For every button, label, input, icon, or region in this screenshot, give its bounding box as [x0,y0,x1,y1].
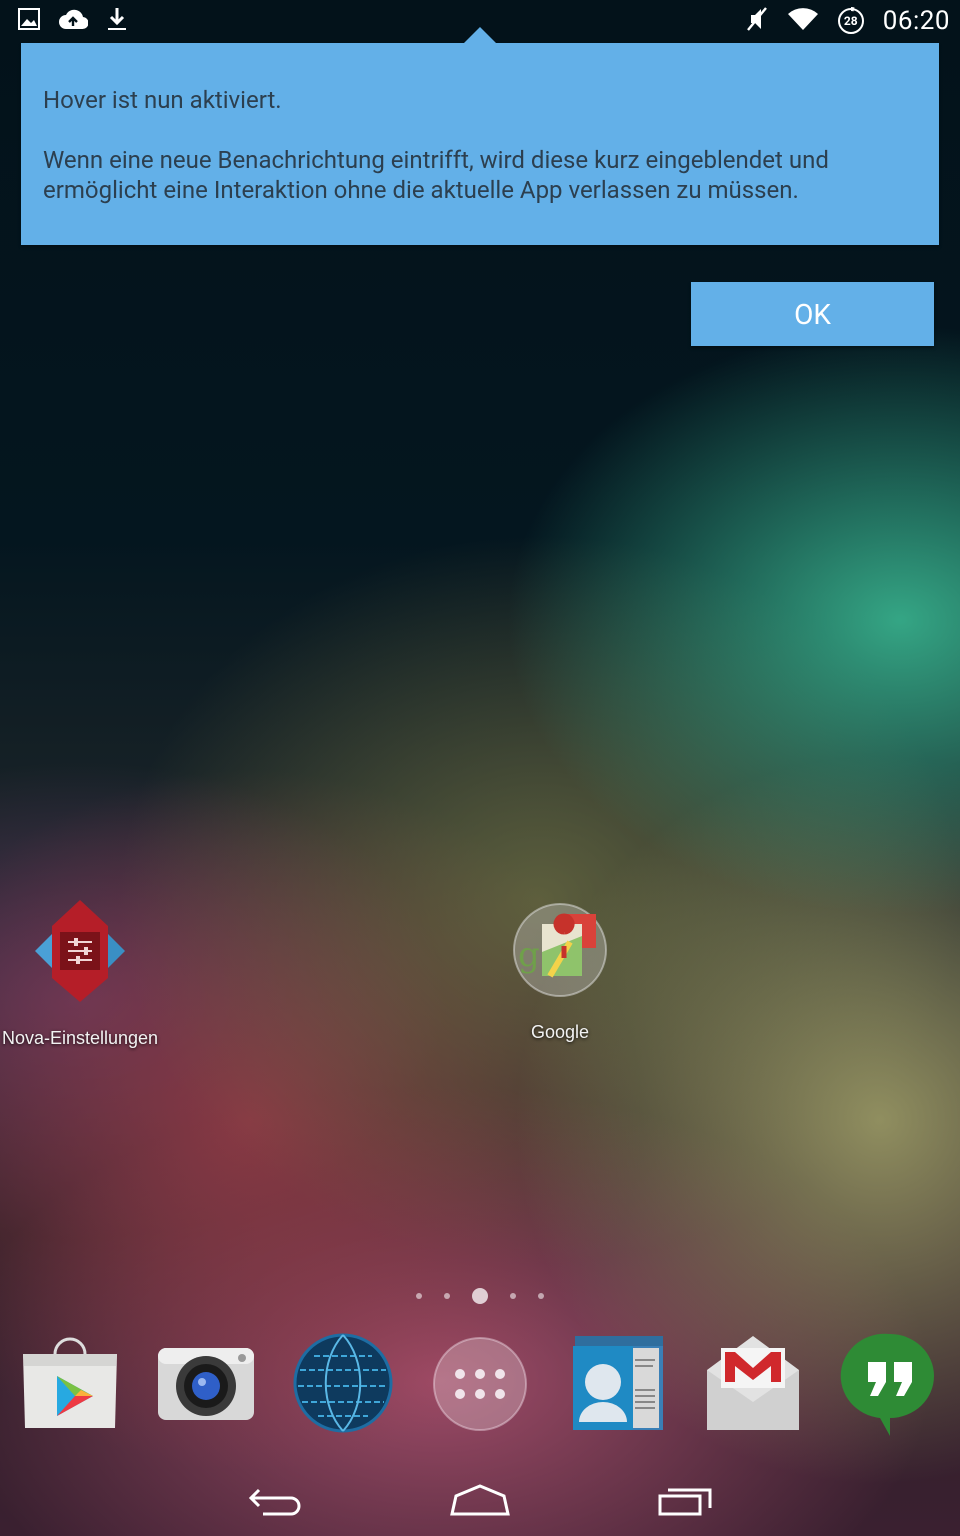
home-icon [450,1484,510,1520]
nova-settings-icon [30,898,130,1008]
clock: 06:20 [882,6,950,36]
notification-icons [18,6,128,36]
dock-hangouts[interactable] [840,1330,950,1440]
svg-text:g: g [518,935,540,975]
dock-app-drawer[interactable] [428,1330,538,1440]
dock [0,1330,960,1440]
browser-globe-icon [290,1333,400,1444]
mute-icon [745,6,769,36]
app-drawer-icon [428,1337,538,1444]
page-dot [444,1293,450,1299]
wifi-icon [787,7,819,35]
app-label: Nova-Einstellungen [1,1028,159,1048]
popover-title: Hover ist nun aktiviert. [43,86,282,114]
navigation-bar [0,1462,960,1536]
play-store-icon [15,1337,125,1444]
dock-play-store[interactable] [15,1330,125,1440]
image-icon [18,8,40,34]
google-folder-icon: g [512,902,608,1002]
recent-apps-icon [658,1484,714,1520]
page-dot [416,1293,422,1299]
dock-browser[interactable] [290,1330,400,1440]
gmail-icon [703,1336,813,1444]
contacts-icon [565,1336,675,1444]
recent-apps-button[interactable] [636,1472,736,1532]
battery-icon: 28 [837,7,865,35]
camera-icon [152,1348,262,1444]
dock-gmail[interactable] [703,1330,813,1440]
download-icon [106,6,128,36]
dock-camera[interactable] [152,1330,262,1440]
app-google-folder[interactable]: g Google [475,902,645,1043]
app-nova-settings[interactable]: Nova-Einstellungen [0,898,165,1049]
dock-contacts[interactable] [565,1330,675,1440]
page-dot [538,1293,544,1299]
hangouts-icon [840,1333,950,1444]
ok-button[interactable]: OK [691,282,934,346]
app-label: Google [530,1022,590,1042]
hover-info-popover: Hover ist nun aktiviert. Wenn eine neue … [21,27,939,245]
system-icons: 28 06:20 [745,6,950,36]
battery-level: 28 [843,14,858,28]
page-dot-active [472,1288,488,1304]
popover-body: Wenn eine neue Benachrichtung eintrifft,… [43,146,829,204]
page-dot [510,1293,516,1299]
back-icon [247,1484,303,1520]
page-indicator [0,1286,960,1306]
cloud-upload-icon [58,8,89,34]
back-button[interactable] [225,1472,325,1532]
home-button[interactable] [430,1472,530,1532]
